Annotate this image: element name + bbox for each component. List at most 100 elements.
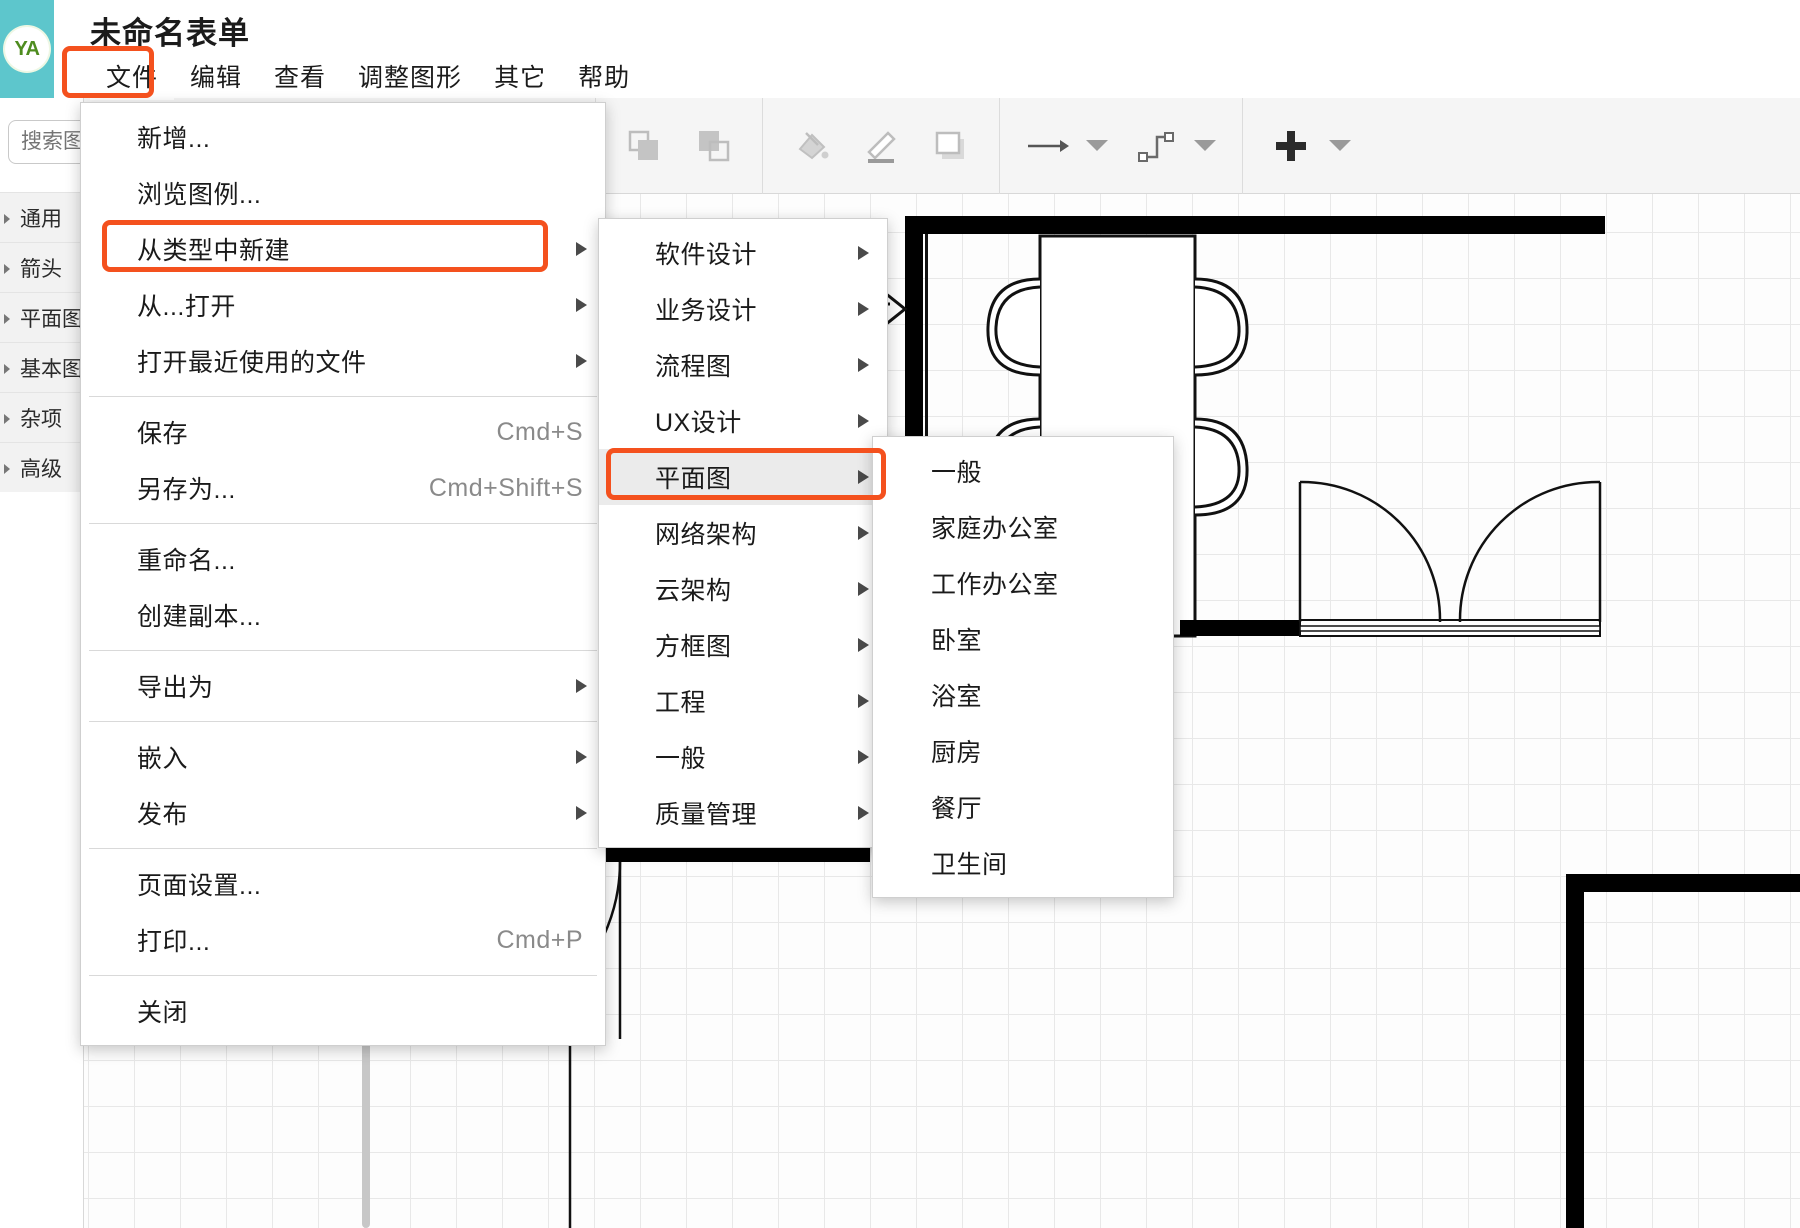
sidebar-item-misc[interactable]: 杂项 [0, 392, 83, 442]
menu-divider [89, 523, 597, 524]
menu-item-open-recent[interactable]: 打开最近使用的文件 [81, 333, 605, 389]
menu-file[interactable]: 文件 [90, 52, 175, 100]
shortcut-label: Cmd+Shift+S [428, 473, 583, 502]
search-container [0, 98, 168, 164]
document-title: 未命名表单 [90, 16, 250, 51]
submenu-arrow-icon [858, 246, 869, 260]
submenu-arrow-icon [576, 806, 587, 820]
floorplan-item-bedroom[interactable]: 卧室 [873, 611, 1173, 667]
submenu-arrow-icon [576, 750, 587, 764]
shape-sidebar: 通用 箭头 平面图 基本图形 杂项 高级 [0, 98, 370, 1228]
menu-divider [89, 848, 597, 849]
menu-item-rename[interactable]: 重命名... [81, 531, 605, 587]
toolbar-group-order [596, 97, 763, 194]
floorplan-submenu: 一般 家庭办公室 工作办公室 卧室 浴室 厨房 餐厅 卫生间 [872, 436, 1174, 898]
menu-item-save-as[interactable]: 另存为... Cmd+Shift+S [81, 460, 605, 516]
file-dropdown-menu: 新增... 浏览图例... 从类型中新建 从...打开 打开最近使用的文件 保存… [80, 102, 606, 1046]
shortcut-label: Cmd+P [496, 925, 583, 954]
page-title: 未命名表单 [90, 8, 250, 53]
line-color-icon[interactable] [859, 124, 903, 168]
floorplan-item-bathroom[interactable]: 浴室 [873, 667, 1173, 723]
sidebar-item-advanced[interactable]: 高级 [0, 442, 83, 492]
floorplan-item-general[interactable]: 一般 [873, 443, 1173, 499]
menu-edit[interactable]: 编辑 [174, 52, 258, 100]
submenu-item-general[interactable]: 一般 [599, 729, 887, 785]
sidebar-item-label: 高级 [20, 457, 62, 481]
chevron-right-icon [2, 361, 16, 375]
shadow-icon[interactable] [929, 124, 973, 168]
menu-item-export-as[interactable]: 导出为 [81, 658, 605, 714]
chevron-down-icon[interactable] [1086, 140, 1108, 151]
toolbar-group-connector [1000, 97, 1243, 194]
submenu-item-cloud-architecture[interactable]: 云架构 [599, 561, 887, 617]
menu-item-print[interactable]: 打印... Cmd+P [81, 912, 605, 968]
toolbar-group-insert [1243, 98, 1377, 194]
chevron-right-icon [2, 311, 16, 325]
submenu-item-floorplan[interactable]: 平面图 [599, 449, 887, 505]
submenu-item-business-design[interactable]: 业务设计 [599, 281, 887, 337]
submenu-arrow-icon [858, 470, 869, 484]
insert-plus-icon[interactable] [1269, 124, 1313, 168]
submenu-arrow-icon [858, 358, 869, 372]
submenu-item-engineering[interactable]: 工程 [599, 673, 887, 729]
submenu-arrow-icon [858, 582, 869, 596]
menu-bar: 文件 编辑 查看 调整图形 其它 帮助 [90, 52, 646, 100]
menu-item-save[interactable]: 保存 Cmd+S [81, 404, 605, 460]
menu-arrange[interactable]: 调整图形 [342, 52, 478, 100]
canvas-scrollbar[interactable] [362, 1038, 370, 1228]
menu-item-embed[interactable]: 嵌入 [81, 729, 605, 785]
submenu-arrow-icon [858, 750, 869, 764]
sidebar-item-floorplan[interactable]: 平面图 [0, 292, 83, 342]
sidebar-item-general[interactable]: 通用 [0, 192, 83, 242]
send-to-back-icon[interactable] [692, 124, 736, 168]
submenu-arrow-icon [858, 694, 869, 708]
menu-item-new[interactable]: 新增... [81, 109, 605, 165]
submenu-arrow-icon [858, 302, 869, 316]
chevron-right-icon [2, 261, 16, 275]
submenu-arrow-icon [858, 414, 869, 428]
fill-color-icon[interactable] [789, 124, 833, 168]
avatar[interactable]: YA [0, 0, 54, 98]
submenu-arrow-icon [858, 526, 869, 540]
submenu-arrow-icon [858, 638, 869, 652]
sidebar-item-label: 杂项 [20, 407, 62, 431]
chevron-down-icon[interactable] [1194, 140, 1216, 151]
floorplan-item-restroom[interactable]: 卫生间 [873, 835, 1173, 891]
waypoint-style-icon[interactable] [1134, 124, 1178, 168]
shape-category-list: 通用 箭头 平面图 基本图形 杂项 高级 [0, 192, 104, 492]
menu-help[interactable]: 帮助 [562, 52, 646, 100]
new-from-type-submenu: 软件设计 业务设计 流程图 UX设计 平面图 网络架构 云架构 方框图 工程 一… [598, 218, 888, 848]
sidebar-item-label: 平面图 [20, 307, 83, 331]
submenu-arrow-icon [576, 242, 587, 256]
arrow-style-icon[interactable] [1026, 124, 1070, 168]
submenu-item-block-diagram[interactable]: 方框图 [599, 617, 887, 673]
floorplan-item-kitchen[interactable]: 厨房 [873, 723, 1173, 779]
menu-item-browse-templates[interactable]: 浏览图例... [81, 165, 605, 221]
menu-item-make-copy[interactable]: 创建副本... [81, 587, 605, 643]
menu-item-new-from-type[interactable]: 从类型中新建 [81, 221, 605, 277]
submenu-item-ux-design[interactable]: UX设计 [599, 393, 887, 449]
submenu-item-flowchart[interactable]: 流程图 [599, 337, 887, 393]
submenu-item-network-architecture[interactable]: 网络架构 [599, 505, 887, 561]
chevron-right-icon [2, 411, 16, 425]
menu-item-page-setup[interactable]: 页面设置... [81, 856, 605, 912]
menu-item-close[interactable]: 关闭 [81, 983, 605, 1039]
submenu-arrow-icon [576, 298, 587, 312]
sidebar-item-basic-shapes[interactable]: 基本图形 [0, 342, 104, 392]
floorplan-item-home-office[interactable]: 家庭办公室 [873, 499, 1173, 555]
menu-extras[interactable]: 其它 [478, 52, 562, 100]
submenu-item-software-design[interactable]: 软件设计 [599, 225, 887, 281]
avatar-initials: YA [5, 27, 49, 71]
floorplan-item-work-office[interactable]: 工作办公室 [873, 555, 1173, 611]
chevron-down-icon[interactable] [1329, 140, 1351, 151]
menu-divider [89, 975, 597, 976]
shortcut-label: Cmd+S [496, 417, 583, 446]
menu-item-publish[interactable]: 发布 [81, 785, 605, 841]
menu-item-open-from[interactable]: 从...打开 [81, 277, 605, 333]
bring-to-front-icon[interactable] [622, 124, 666, 168]
sidebar-item-arrows[interactable]: 箭头 [0, 242, 83, 292]
menu-view[interactable]: 查看 [258, 52, 342, 100]
submenu-item-quality-management[interactable]: 质量管理 [599, 785, 887, 841]
submenu-arrow-icon [576, 679, 587, 693]
floorplan-item-dining-room[interactable]: 餐厅 [873, 779, 1173, 835]
